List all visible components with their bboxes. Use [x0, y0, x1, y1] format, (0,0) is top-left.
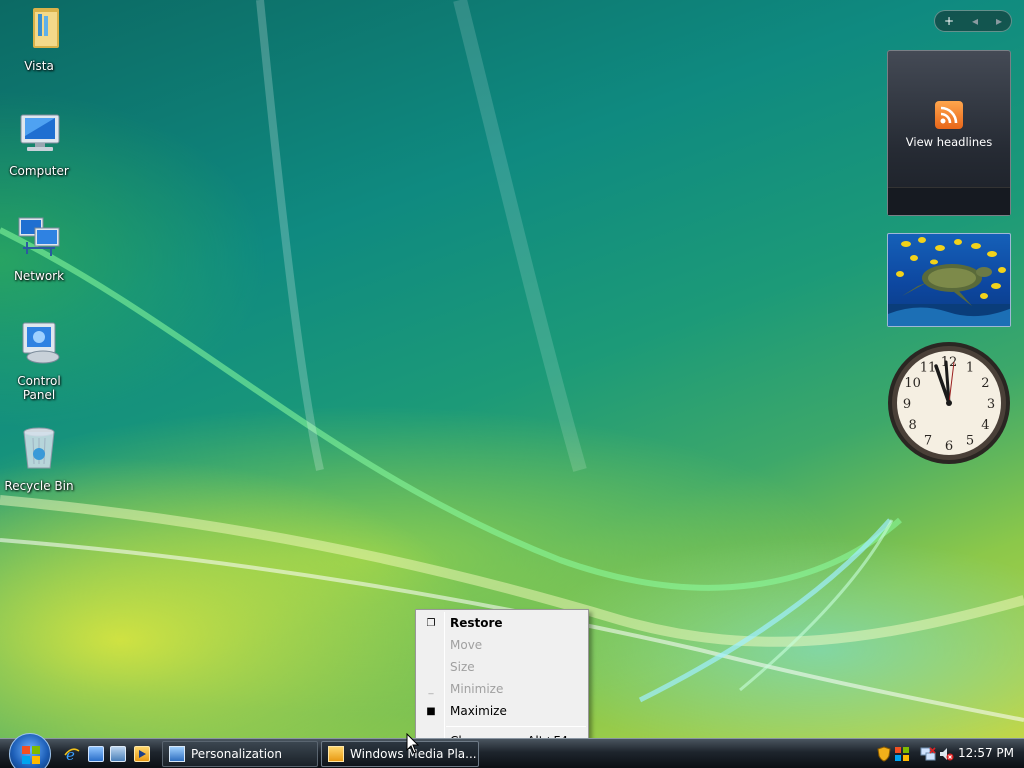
menu-item-size[interactable]: Size: [418, 656, 586, 678]
computer-icon: [20, 114, 60, 151]
add-gadget-button[interactable]: +: [944, 14, 954, 28]
taskbar-button-windows-media-player[interactable]: Windows Media Pla...: [321, 741, 479, 767]
sea-turtle-photo: [888, 237, 1010, 326]
taskbar-button-label: Personalization: [191, 747, 282, 761]
svg-text:e: e: [66, 746, 75, 762]
recycle-bin-icon: [23, 427, 55, 469]
restore-icon: ❐: [426, 617, 436, 629]
menu-item-label: Size: [450, 660, 475, 674]
desktop-icon-vista[interactable]: Vista: [0, 4, 78, 73]
desktop-icon-label: Vista: [24, 59, 54, 73]
rss-icon: [935, 101, 963, 129]
folder-icon: [33, 8, 59, 48]
desktop-icon-label: Control Panel: [17, 374, 61, 402]
desktop-icon-network[interactable]: Network: [0, 214, 78, 283]
network-icon: [18, 217, 60, 256]
switch-windows-icon[interactable]: [110, 746, 126, 762]
menu-item-label: Maximize: [450, 704, 507, 718]
windows-media-player-icon[interactable]: [134, 746, 150, 762]
sidebar-controls: + ◂ ▸: [934, 10, 1012, 32]
clock-numeral: 10: [904, 376, 921, 391]
clock-numeral: 5: [966, 433, 974, 448]
start-button[interactable]: [9, 733, 51, 768]
menu-item-minimize[interactable]: _ Minimize: [418, 678, 586, 700]
clock-numeral: 7: [924, 433, 932, 448]
menu-item-maximize[interactable]: ■ Maximize: [418, 700, 586, 722]
security-shield-icon[interactable]: [876, 746, 892, 762]
previous-page-button[interactable]: ◂: [972, 14, 978, 28]
desktop-icon-label: Recycle Bin: [4, 479, 74, 493]
windows-media-player-icon: [328, 746, 344, 762]
menu-item-restore[interactable]: ❐ Restore: [418, 612, 586, 634]
windows-update-icon[interactable]: [894, 746, 910, 762]
maximize-icon: ■: [426, 705, 436, 717]
desktop-icon-label: Network: [13, 269, 65, 283]
desktop-icon-control-panel[interactable]: Control Panel: [0, 319, 78, 402]
slideshow-gadget[interactable]: [887, 233, 1011, 327]
clock-numeral: 9: [903, 397, 911, 412]
minimize-icon: _: [428, 683, 434, 695]
desktop-icon-recycle-bin[interactable]: Recycle Bin: [0, 424, 78, 493]
network-status-icon[interactable]: [920, 746, 936, 762]
taskbar-clock[interactable]: 12:57 PM: [958, 746, 1014, 760]
volume-muted-icon[interactable]: [938, 746, 954, 762]
clock-numeral: 6: [945, 439, 953, 454]
personalization-icon: [169, 746, 185, 762]
clock-numeral: 2: [981, 376, 989, 391]
clock-numeral: 8: [908, 418, 916, 433]
menu-separator: [446, 726, 586, 727]
desktop-icon-label: Computer: [9, 164, 69, 178]
clock-numeral: 4: [981, 418, 989, 433]
taskbar-button-personalization[interactable]: Personalization: [162, 741, 318, 767]
control-panel-icon: [22, 322, 60, 364]
clock-gadget[interactable]: 12 12 3 45678 9 1011: [886, 340, 1012, 466]
show-desktop-icon[interactable]: [88, 746, 104, 762]
menu-item-label: Minimize: [450, 682, 504, 696]
menu-item-label: Restore: [450, 616, 503, 630]
desktop-icon-computer[interactable]: Computer: [0, 109, 78, 178]
taskbar: e Personalization Windows Media Pla... 1…: [0, 733, 1024, 768]
feed-gadget-footer: [888, 187, 1010, 215]
clock-numeral: 11: [920, 361, 937, 376]
next-page-button[interactable]: ▸: [996, 14, 1002, 28]
menu-item-label: Move: [450, 638, 483, 652]
windows-logo-icon: [22, 746, 40, 764]
menu-item-move[interactable]: Move: [418, 634, 586, 656]
mouse-cursor-icon: [406, 733, 420, 754]
clock-numeral: 12: [941, 355, 958, 370]
clock-numeral: 3: [987, 397, 995, 412]
clock-numeral: 1: [966, 361, 974, 376]
window-context-menu: ❐ Restore Move Size _ Minimize ■ Maximiz…: [415, 609, 589, 755]
internet-explorer-icon[interactable]: e: [64, 746, 80, 764]
notification-area: 12:57 PM: [868, 739, 1024, 768]
feed-headlines-gadget[interactable]: View headlines: [887, 50, 1011, 216]
view-headlines-label[interactable]: View headlines: [888, 135, 1010, 149]
